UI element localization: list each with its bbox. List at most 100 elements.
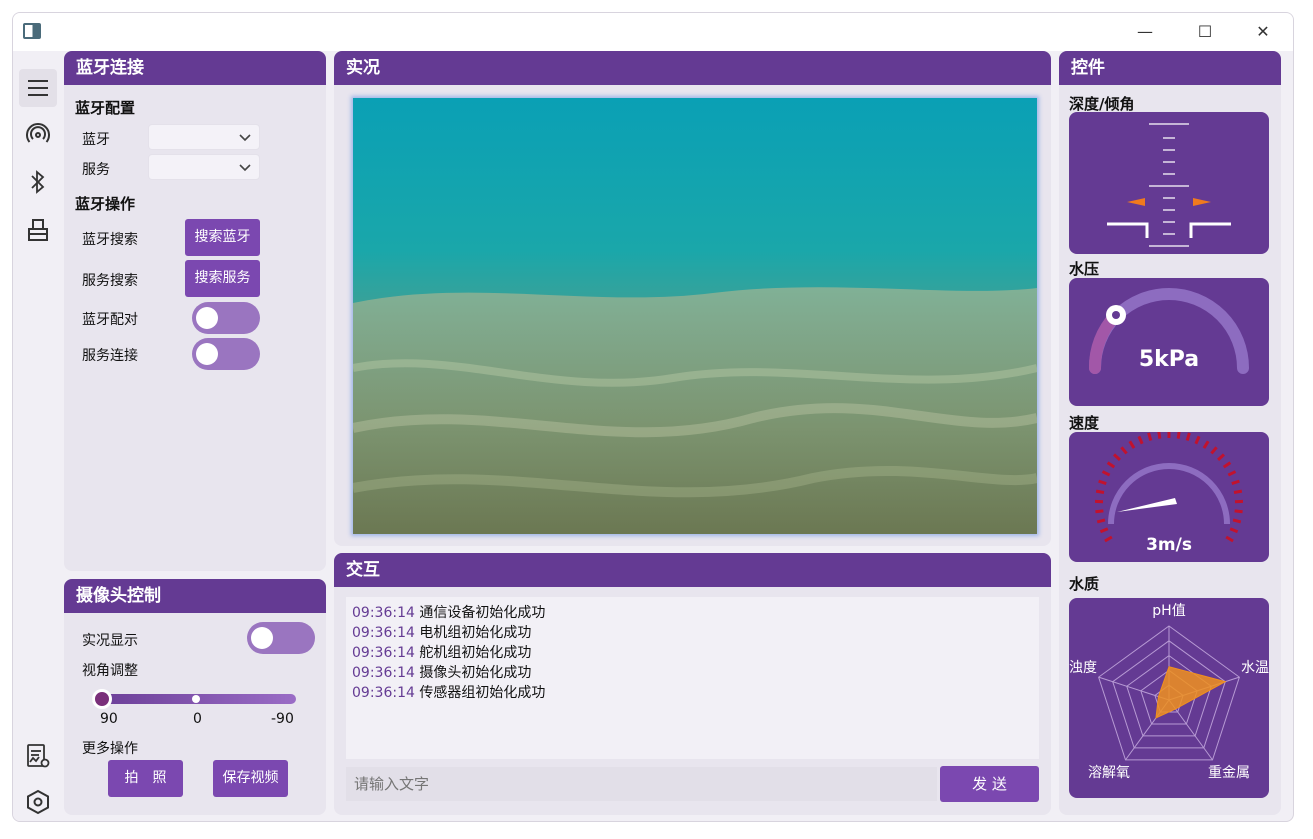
bt-select[interactable]	[148, 124, 260, 150]
toggle-knob	[251, 627, 273, 649]
pressure-gauge: 5kPa	[1069, 278, 1269, 406]
log-settings-icon[interactable]	[19, 737, 57, 775]
log-time: 09:36:14	[352, 685, 415, 701]
speed-tick	[1147, 432, 1153, 441]
chevron-down-icon	[239, 134, 251, 142]
camera-panel-title: 摄像头控制	[64, 579, 326, 613]
speed-tick	[1227, 470, 1237, 477]
toggle-knob	[196, 307, 218, 329]
save-video-button[interactable]: 保存视频	[213, 760, 288, 797]
speed-tick	[1225, 535, 1234, 543]
speed-tick	[1194, 435, 1201, 445]
depth-label: 深度/倾角	[1069, 95, 1135, 113]
angle-slider[interactable]	[92, 689, 296, 709]
slider-center-dot	[192, 695, 200, 703]
minimize-button[interactable]: —	[1125, 21, 1165, 43]
slider-tick: -90	[271, 711, 294, 727]
bt-config-title: 蓝牙配置	[75, 99, 136, 117]
speed-value: 3m/s	[1146, 535, 1192, 555]
settings-hex-icon[interactable]	[19, 783, 57, 821]
water-quality-radar: pH值 水温 重金属 溶解氧 浊度	[1069, 598, 1269, 798]
radar-label-temp: 水温	[1241, 660, 1269, 676]
speed-tick	[1231, 479, 1240, 486]
interact-panel-title: 交互	[334, 553, 1051, 587]
bt-ops-title: 蓝牙操作	[75, 195, 136, 213]
log-message: 舵机组初始化成功	[419, 645, 532, 661]
interact-panel: 交互 09:36:14 通信设备初始化成功 09:36:14 电机组初始化成功 …	[334, 553, 1051, 815]
toggle-knob	[196, 343, 218, 365]
service-select[interactable]	[148, 154, 260, 180]
pressure-label: 水压	[1069, 260, 1100, 278]
menu-icon[interactable]	[19, 69, 57, 107]
speed-tick	[1120, 446, 1128, 455]
live-display-label: 实况显示	[82, 633, 138, 649]
slider-tick: 0	[193, 711, 202, 727]
speed-tick	[1098, 479, 1107, 486]
search-bluetooth-button[interactable]: 搜索蓝牙	[185, 219, 260, 256]
speed-tick	[1210, 446, 1218, 455]
log-line: 09:36:14 通信设备初始化成功	[352, 603, 1033, 623]
log-line: 09:36:14 舵机组初始化成功	[352, 643, 1033, 663]
speed-tick	[1106, 461, 1116, 469]
controls-panel: 控件 深度/倾角 水压 5kPa 速度 3m/s 水质 pH值 水温 重金属 溶…	[1059, 51, 1281, 815]
speed-tick	[1104, 535, 1113, 543]
bluetooth-icon[interactable]	[19, 163, 57, 201]
usb-icon[interactable]	[19, 211, 57, 249]
close-button[interactable]: ✕	[1243, 21, 1283, 43]
speed-tick	[1232, 518, 1242, 524]
speed-tick	[1096, 518, 1106, 524]
radar-label-oxygen: 溶解氧	[1088, 765, 1130, 781]
depth-gauge	[1069, 112, 1269, 254]
log-message: 电机组初始化成功	[419, 625, 532, 641]
radar-label-turbidity: 浊度	[1069, 660, 1097, 676]
log-line: 09:36:14 传感器组初始化成功	[352, 683, 1033, 703]
speed-tick	[1095, 489, 1105, 495]
depth-right-marker	[1193, 198, 1211, 206]
speed-tick	[1113, 453, 1121, 461]
live-panel-title: 实况	[334, 51, 1051, 85]
log-message: 传感器组初始化成功	[419, 685, 546, 701]
connect-toggle[interactable]	[192, 338, 260, 370]
message-input[interactable]	[346, 767, 937, 801]
speed-tick	[1202, 440, 1210, 449]
camera-panel: 摄像头控制 实况显示 视角调整 90 0 -90 更多操作 拍 照 保存视频	[64, 579, 326, 815]
photo-button[interactable]: 拍 照	[108, 760, 183, 797]
radar-label-metal: 重金属	[1208, 765, 1250, 781]
service-label: 服务	[82, 162, 110, 178]
log-line: 09:36:14 电机组初始化成功	[352, 623, 1033, 643]
app-window: — ☐ ✕ 蓝牙连接 蓝牙配置 蓝牙 服务 蓝牙操作 蓝牙搜索 搜索蓝牙 服务搜…	[12, 12, 1294, 822]
log-message: 摄像头初始化成功	[419, 665, 532, 681]
live-panel: 实况	[334, 51, 1051, 546]
maximize-button[interactable]: ☐	[1185, 21, 1225, 43]
signal-icon[interactable]	[19, 115, 57, 153]
log-time: 09:36:14	[352, 645, 415, 661]
speed-label: 速度	[1069, 414, 1100, 432]
title-bar: — ☐ ✕	[13, 13, 1293, 51]
speed-tick	[1157, 432, 1162, 439]
speed-tick	[1128, 440, 1136, 449]
bt-label: 蓝牙	[82, 132, 110, 148]
log-line: 09:36:14 摄像头初始化成功	[352, 663, 1033, 683]
send-button[interactable]: 发 送	[940, 766, 1039, 802]
connect-label: 服务连接	[82, 348, 138, 364]
log-message: 通信设备初始化成功	[419, 605, 546, 621]
message-log: 09:36:14 通信设备初始化成功 09:36:14 电机组初始化成功 09:…	[346, 597, 1039, 759]
search-service-button[interactable]: 搜索服务	[185, 260, 260, 297]
speed-tick	[1222, 461, 1232, 469]
depth-left-marker	[1127, 198, 1145, 206]
speed-tick	[1229, 527, 1239, 534]
log-time: 09:36:14	[352, 605, 415, 621]
angle-label: 视角调整	[82, 663, 138, 679]
speed-tick	[1185, 432, 1191, 441]
pair-toggle[interactable]	[192, 302, 260, 334]
speed-gauge: 3m/s	[1069, 432, 1269, 562]
bluetooth-panel-title: 蓝牙连接	[64, 51, 326, 85]
water-quality-label: 水质	[1069, 575, 1100, 593]
slider-handle[interactable]	[92, 689, 112, 709]
live-display-toggle[interactable]	[247, 622, 315, 654]
camera-feed	[353, 98, 1037, 534]
speed-tick	[1234, 509, 1243, 514]
controls-panel-title: 控件	[1059, 51, 1281, 85]
log-time: 09:36:14	[352, 625, 415, 641]
speed-tick	[1099, 527, 1109, 534]
